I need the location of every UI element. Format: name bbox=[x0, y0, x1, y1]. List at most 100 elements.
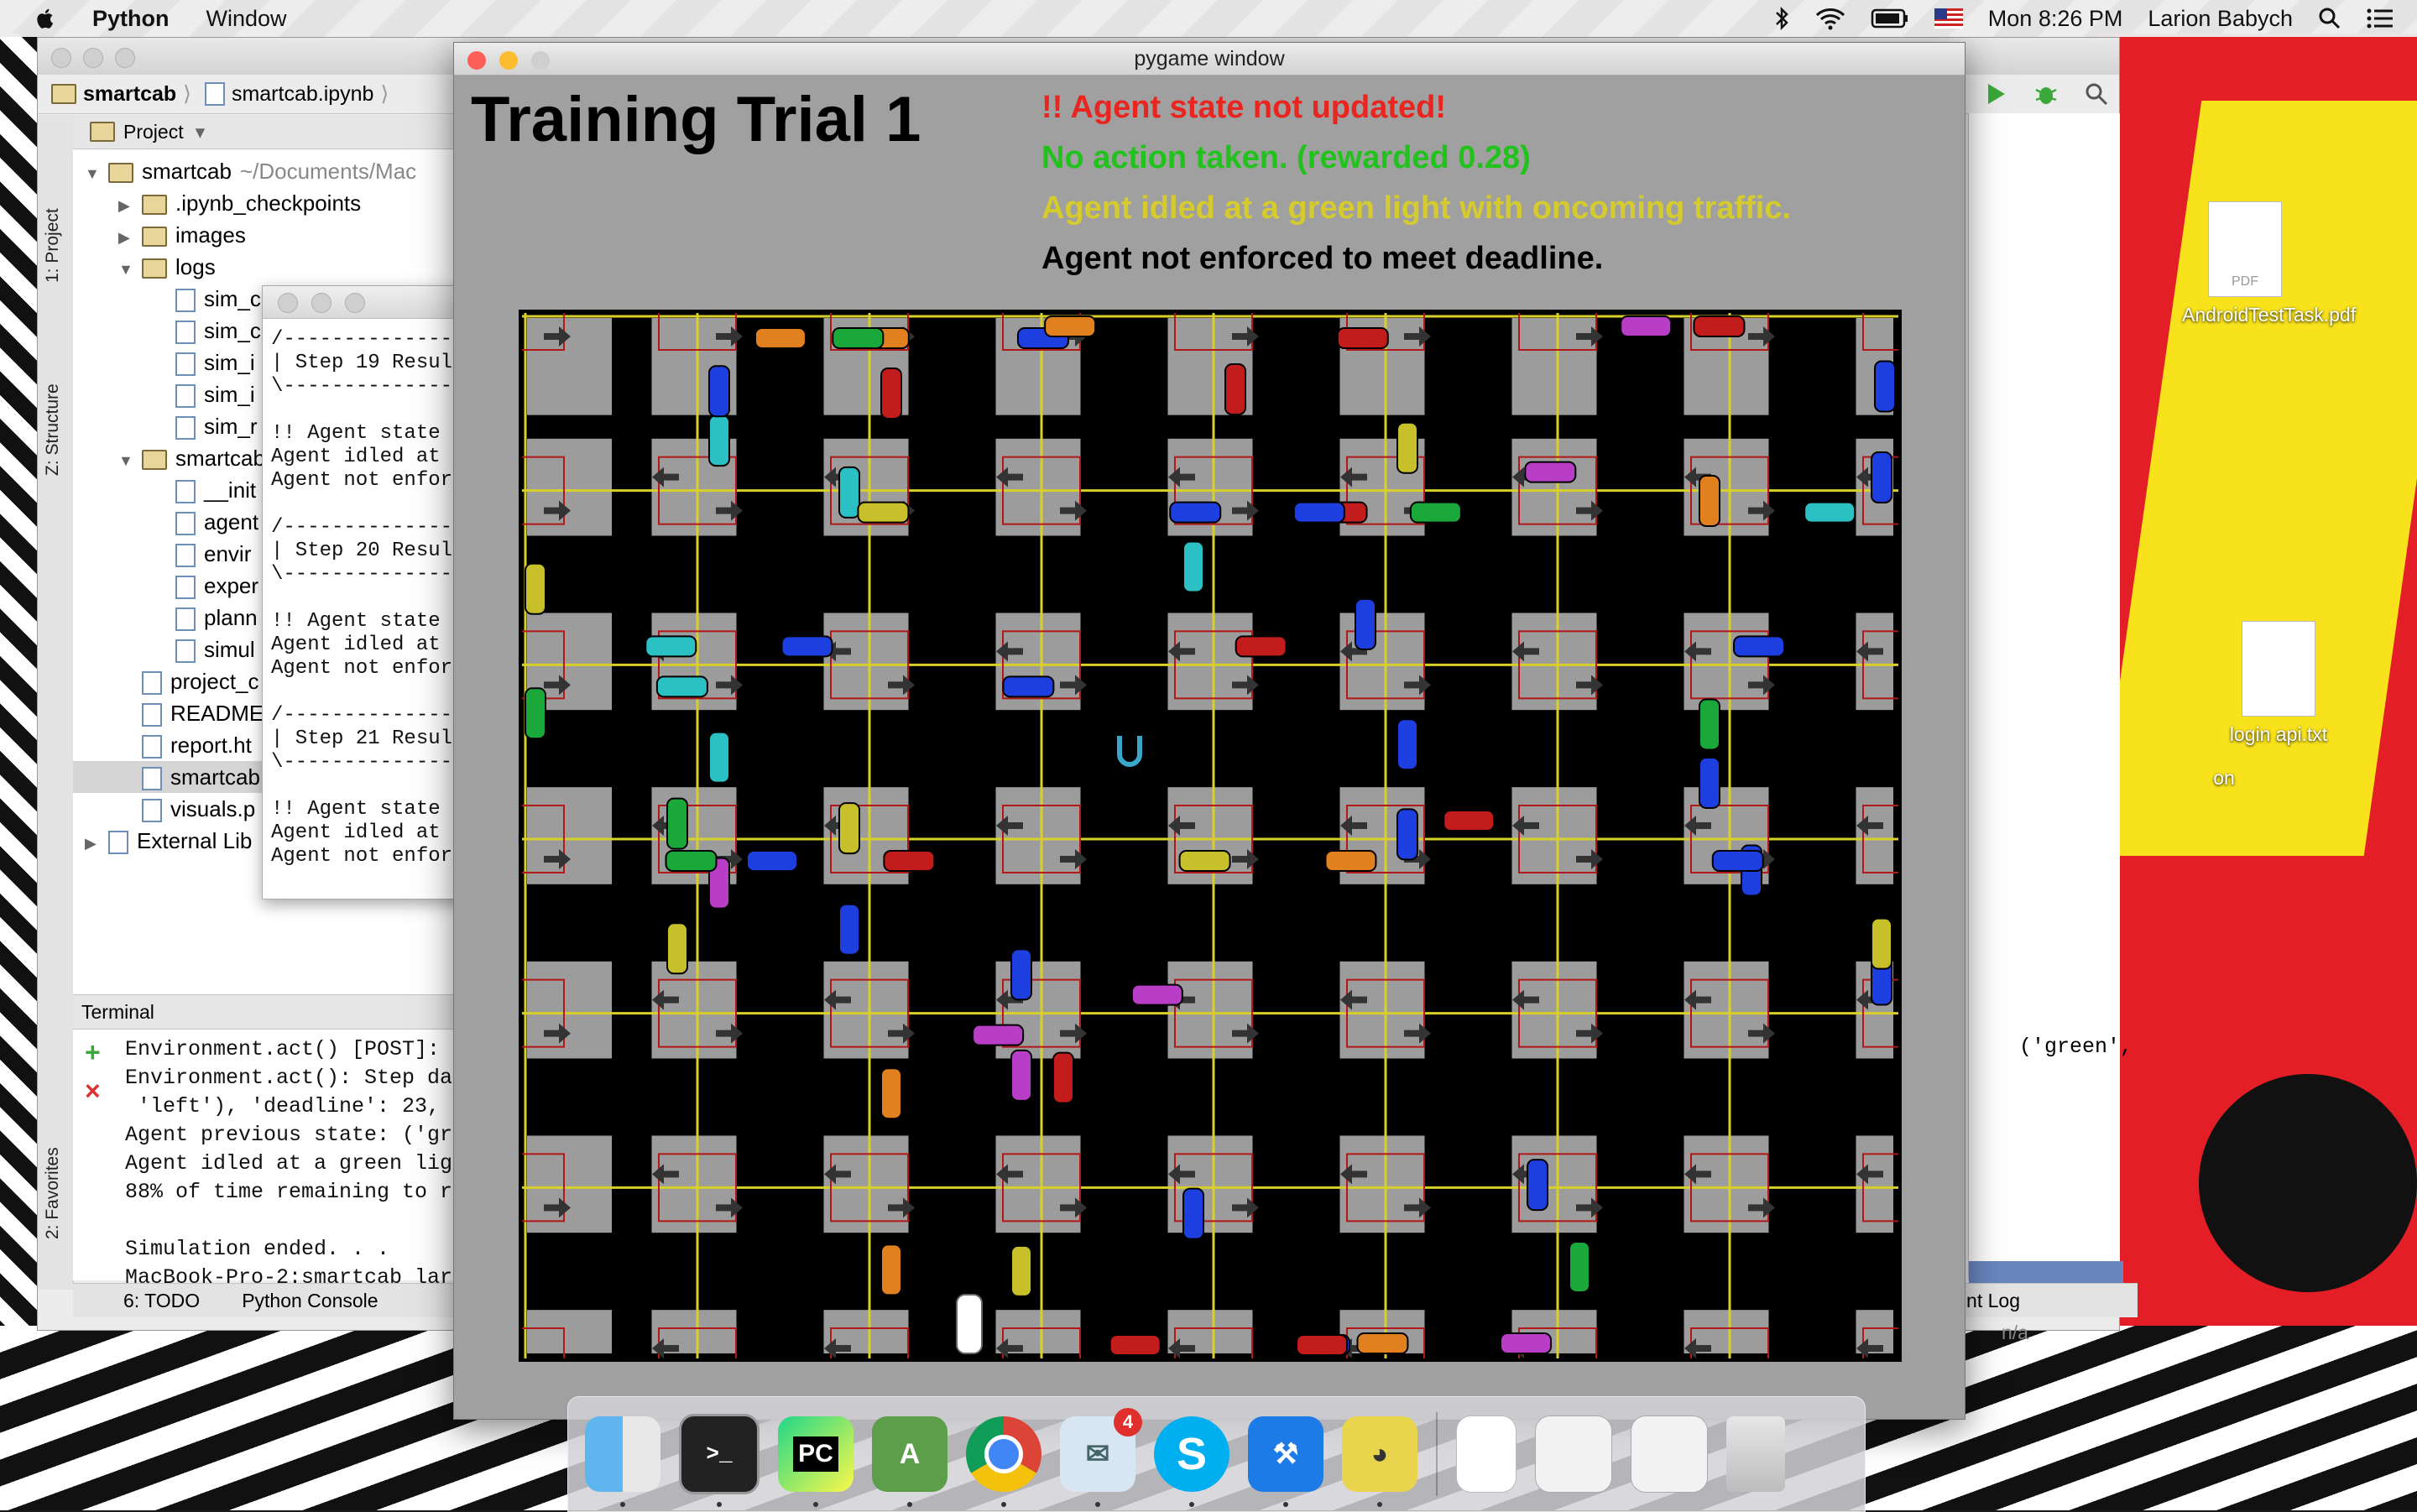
tab-project[interactable]: 1: Project bbox=[43, 208, 63, 283]
tree-item[interactable]: ▶ .ipynb_checkpoints bbox=[73, 187, 493, 219]
tree-item[interactable]: ▶ images bbox=[73, 219, 493, 251]
cyberduck-icon[interactable]: ◕ bbox=[1342, 1416, 1417, 1507]
apple-icon[interactable] bbox=[34, 6, 59, 31]
close-button[interactable] bbox=[278, 293, 298, 313]
terminal-line: Agent idled at a green light bbox=[125, 1151, 478, 1176]
folder-icon bbox=[142, 450, 167, 471]
xcode-icon[interactable]: ⚒ bbox=[1248, 1416, 1323, 1507]
city-block bbox=[1339, 1135, 1425, 1233]
car-icon bbox=[1182, 1187, 1204, 1240]
screenshot-icon[interactable] bbox=[1535, 1416, 1612, 1493]
car-icon bbox=[665, 850, 718, 872]
terminal-line: Agent previous state: ('gree bbox=[125, 1123, 478, 1147]
desktop-file-txt[interactable]: login api.txt bbox=[2216, 621, 2341, 746]
file-icon bbox=[175, 416, 196, 441]
menu-clock[interactable]: Mon 8:26 PM bbox=[1988, 6, 2123, 32]
car-icon bbox=[666, 922, 688, 975]
minimize-button[interactable] bbox=[83, 48, 103, 68]
close-button[interactable] bbox=[467, 51, 486, 70]
tree-item[interactable]: ▼ smartcab ~/Documents/Mac bbox=[73, 155, 493, 187]
tab-todo[interactable]: 6: TODO bbox=[123, 1290, 200, 1312]
expand-arrow-icon[interactable]: ▼ bbox=[118, 253, 135, 285]
console-line: /--------------- bbox=[271, 328, 465, 351]
trash-icon[interactable] bbox=[1726, 1416, 1785, 1492]
battery-icon[interactable] bbox=[1871, 8, 1909, 29]
document-icon[interactable] bbox=[1456, 1416, 1516, 1493]
city-block bbox=[995, 1135, 1081, 1233]
skype-icon[interactable]: S bbox=[1154, 1416, 1229, 1507]
run-icon[interactable] bbox=[1985, 81, 2008, 107]
expand-arrow-icon[interactable]: ▼ bbox=[118, 445, 135, 477]
bluetooth-icon[interactable] bbox=[1773, 6, 1790, 31]
tab-python-console[interactable]: Python Console bbox=[242, 1290, 378, 1312]
chrome-icon[interactable] bbox=[966, 1416, 1041, 1507]
zoom-button[interactable] bbox=[345, 293, 365, 313]
debug-icon[interactable] bbox=[2033, 81, 2059, 107]
us-flag-icon[interactable] bbox=[1934, 8, 1963, 29]
tree-item-label: visuals.p bbox=[170, 796, 256, 821]
python-file-icon bbox=[175, 544, 196, 568]
new-terminal-icon[interactable]: + bbox=[85, 1037, 101, 1068]
menu-window[interactable]: Window bbox=[206, 6, 287, 32]
search-everywhere-icon[interactable] bbox=[2084, 81, 2109, 107]
notification-center-icon[interactable] bbox=[2367, 8, 2394, 29]
terminal-icon[interactable]: >_ bbox=[679, 1414, 760, 1507]
car-icon bbox=[1169, 501, 1222, 524]
pycharm-icon[interactable]: PC bbox=[778, 1416, 854, 1507]
zoom-button[interactable] bbox=[115, 48, 135, 68]
project-panel-header[interactable]: Project ▾ bbox=[73, 115, 493, 149]
car-icon bbox=[1569, 1240, 1590, 1293]
menu-user[interactable]: Larion Babych bbox=[2148, 6, 2293, 32]
collapse-arrow-icon[interactable]: ▶ bbox=[85, 827, 102, 859]
city-block bbox=[1167, 1135, 1253, 1233]
desktop-file-pdf[interactable]: PDF AndroidTestTask.pdf bbox=[2182, 201, 2356, 326]
close-button[interactable] bbox=[51, 48, 71, 68]
city-block bbox=[651, 1135, 737, 1233]
android-studio-icon[interactable]: A bbox=[872, 1416, 947, 1507]
screenshot-2-icon[interactable] bbox=[1631, 1416, 1708, 1493]
car-icon bbox=[1178, 850, 1231, 872]
menu-app-python[interactable]: Python bbox=[92, 6, 170, 32]
terminal-line: Environment.act() [POST]: lo bbox=[125, 1037, 478, 1061]
car-icon bbox=[880, 1067, 902, 1120]
zoom-button[interactable] bbox=[531, 51, 550, 70]
console-output[interactable]: /--------------- | Step 19 Result \-------… bbox=[271, 328, 464, 868]
wallpaper-stripes-left bbox=[0, 34, 39, 1510]
mail-icon[interactable]: ✉ 4 bbox=[1060, 1408, 1142, 1507]
spotlight-search-icon[interactable] bbox=[2318, 7, 2341, 30]
chevron-down-icon[interactable]: ▾ bbox=[196, 121, 206, 143]
finder-icon[interactable] bbox=[585, 1416, 660, 1507]
minimize-button[interactable] bbox=[311, 293, 331, 313]
breadcrumb-project[interactable]: smartcab ⟩ bbox=[51, 81, 191, 107]
city-block bbox=[527, 318, 612, 415]
terminal-output[interactable]: Environment.act() [POST]: lo Environment.… bbox=[125, 1035, 478, 1292]
folder-icon bbox=[142, 258, 167, 279]
car-icon bbox=[1002, 675, 1055, 698]
close-terminal-icon[interactable]: × bbox=[85, 1076, 101, 1107]
minimize-button[interactable] bbox=[499, 51, 518, 70]
tree-item-label: agent bbox=[204, 509, 259, 534]
tab-favorites[interactable]: 2: Favorites bbox=[43, 1147, 63, 1239]
menu-extras: Mon 8:26 PM Larion Babych bbox=[1773, 0, 2394, 37]
breadcrumb-file[interactable]: smartcab.ipynb ⟩ bbox=[204, 81, 389, 107]
wifi-icon[interactable] bbox=[1815, 7, 1845, 30]
tab-structure[interactable]: Z: Structure bbox=[43, 383, 63, 476]
tree-item-label: smartcab bbox=[142, 159, 232, 184]
folder-icon bbox=[142, 195, 167, 216]
expand-arrow-icon[interactable]: ▼ bbox=[85, 158, 102, 190]
collapse-arrow-icon[interactable]: ▶ bbox=[118, 190, 135, 222]
car-icon bbox=[1699, 756, 1720, 809]
car-icon bbox=[1324, 850, 1377, 872]
trial-heading: Training Trial 1 bbox=[471, 84, 921, 155]
terminal-line: 'left'), 'deadline': 23, 't bbox=[125, 1094, 478, 1118]
city-block bbox=[823, 613, 909, 711]
tree-item[interactable]: ▼ logs bbox=[73, 251, 493, 283]
city-block bbox=[1511, 1135, 1597, 1233]
collapse-arrow-icon[interactable]: ▶ bbox=[118, 222, 135, 253]
console-line: Agent not enforc bbox=[271, 657, 465, 680]
car-icon bbox=[1527, 1159, 1548, 1212]
city-block bbox=[1167, 613, 1253, 711]
